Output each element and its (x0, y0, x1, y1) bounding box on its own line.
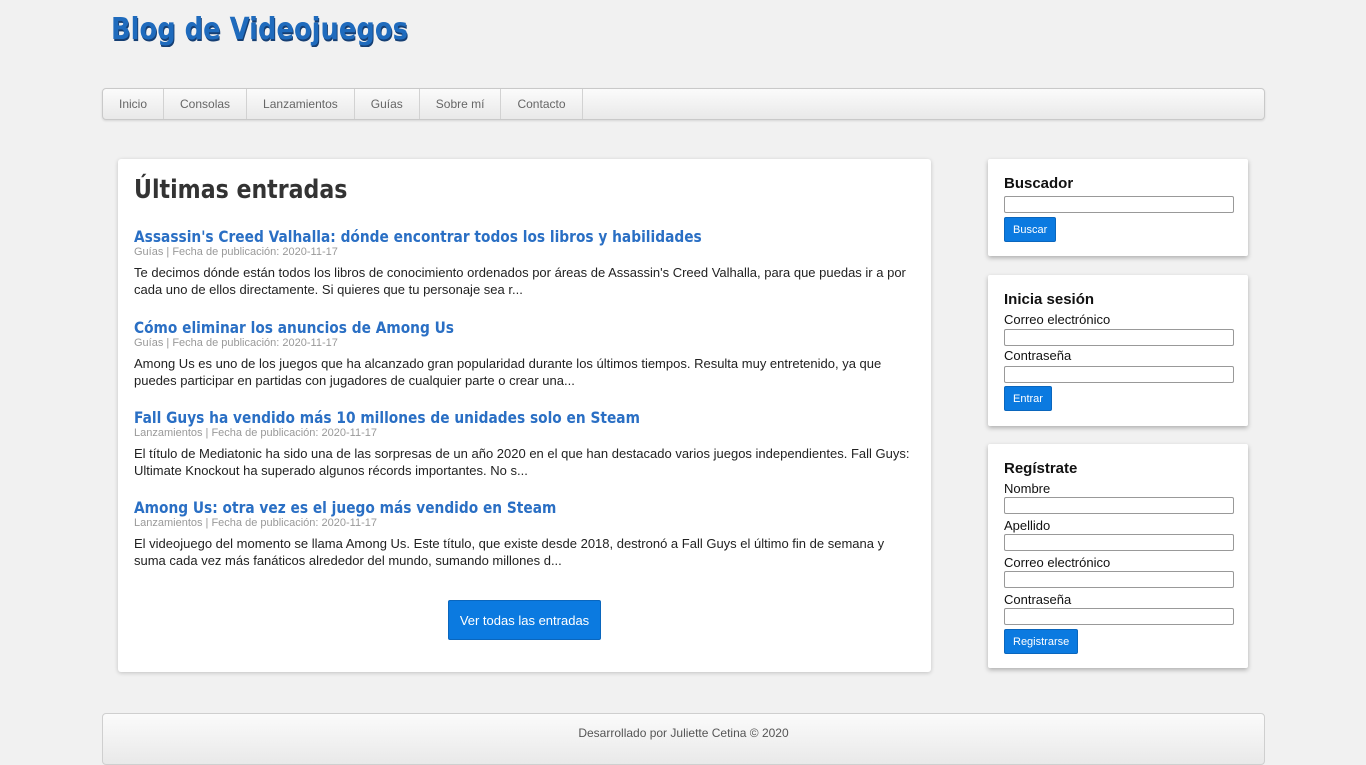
login-title: Inicia sesión (1004, 291, 1095, 308)
register-name-field[interactable] (1004, 497, 1234, 514)
page-title: Últimas entradas (134, 175, 348, 205)
search-button[interactable]: Buscar (1004, 217, 1057, 242)
register-email-field[interactable] (1004, 571, 1234, 588)
post-excerpt: Te decimos dónde están todos los libros … (134, 265, 906, 297)
login-button[interactable]: Entrar (1004, 386, 1052, 411)
footer-credit: Desarrollado por Juliette Cetina © 2020 (578, 726, 789, 740)
search-title: Buscador (1004, 175, 1074, 192)
register-email-label: Correo electrónico (1004, 555, 1111, 570)
footer: Desarrollado por Juliette Cetina © 2020 (102, 713, 1265, 765)
login-email-label: Correo electrónico (1004, 312, 1111, 327)
site-title: Blog de Videojuegos (111, 12, 408, 47)
search-input[interactable] (1004, 196, 1234, 213)
post-item: Cómo eliminar los anuncios de Among Us G… (134, 318, 914, 389)
register-surname-label: Apellido (1004, 518, 1051, 533)
login-password-field[interactable] (1004, 366, 1234, 383)
main-nav: Inicio Consolas Lanzamientos Guías Sobre… (102, 88, 1265, 120)
view-all-posts-button[interactable]: Ver todas las entradas (448, 600, 601, 640)
register-button[interactable]: Registrarse (1004, 629, 1079, 654)
nav-item-consolas[interactable]: Consolas (164, 89, 248, 119)
register-password-field[interactable] (1004, 608, 1234, 625)
post-title-link[interactable]: Cómo eliminar los anuncios de Among Us (134, 318, 805, 337)
register-title: Regístrate (1004, 460, 1078, 477)
post-item: Fall Guys ha vendido más 10 millones de … (134, 408, 914, 479)
register-password-label: Contraseña (1004, 592, 1072, 607)
post-item: Assassin's Creed Valhalla: dónde encontr… (134, 227, 914, 298)
login-email-field[interactable] (1004, 329, 1234, 346)
login-card: Inicia sesión Correo electrónico Contras… (988, 275, 1248, 426)
register-name-label: Nombre (1004, 481, 1051, 496)
register-card: Regístrate Nombre Apellido Correo electr… (988, 444, 1248, 668)
nav-item-contacto[interactable]: Contacto (501, 89, 583, 119)
post-excerpt: El título de Mediatonic ha sido una de l… (134, 446, 910, 478)
register-surname-field[interactable] (1004, 534, 1234, 551)
post-excerpt: El videojuego del momento se llama Among… (134, 536, 885, 568)
latest-posts-card: Últimas entradas Assassin's Creed Valhal… (118, 159, 931, 672)
login-password-label: Contraseña (1004, 348, 1072, 363)
nav-item-lanzamientos[interactable]: Lanzamientos (247, 89, 355, 119)
nav-item-inicio[interactable]: Inicio (103, 89, 165, 119)
post-meta: Guías | Fecha de publicación: 2020-11-17 (134, 246, 338, 258)
post-title-link[interactable]: Among Us: otra vez es el juego más vendi… (134, 498, 805, 517)
search-card: Buscador Buscar (988, 159, 1248, 256)
post-item: Among Us: otra vez es el juego más vendi… (134, 498, 914, 569)
post-meta: Lanzamientos | Fecha de publicación: 202… (134, 517, 377, 529)
nav-item-guias[interactable]: Guías (355, 89, 420, 119)
post-meta: Lanzamientos | Fecha de publicación: 202… (134, 427, 377, 439)
post-meta: Guías | Fecha de publicación: 2020-11-17 (134, 337, 338, 349)
post-title-link[interactable]: Assassin's Creed Valhalla: dónde encontr… (134, 227, 805, 246)
nav-item-sobre-mi[interactable]: Sobre mí (420, 89, 502, 119)
post-excerpt: Among Us es uno de los juegos que ha alc… (134, 356, 882, 388)
post-title-link[interactable]: Fall Guys ha vendido más 10 millones de … (134, 408, 805, 427)
